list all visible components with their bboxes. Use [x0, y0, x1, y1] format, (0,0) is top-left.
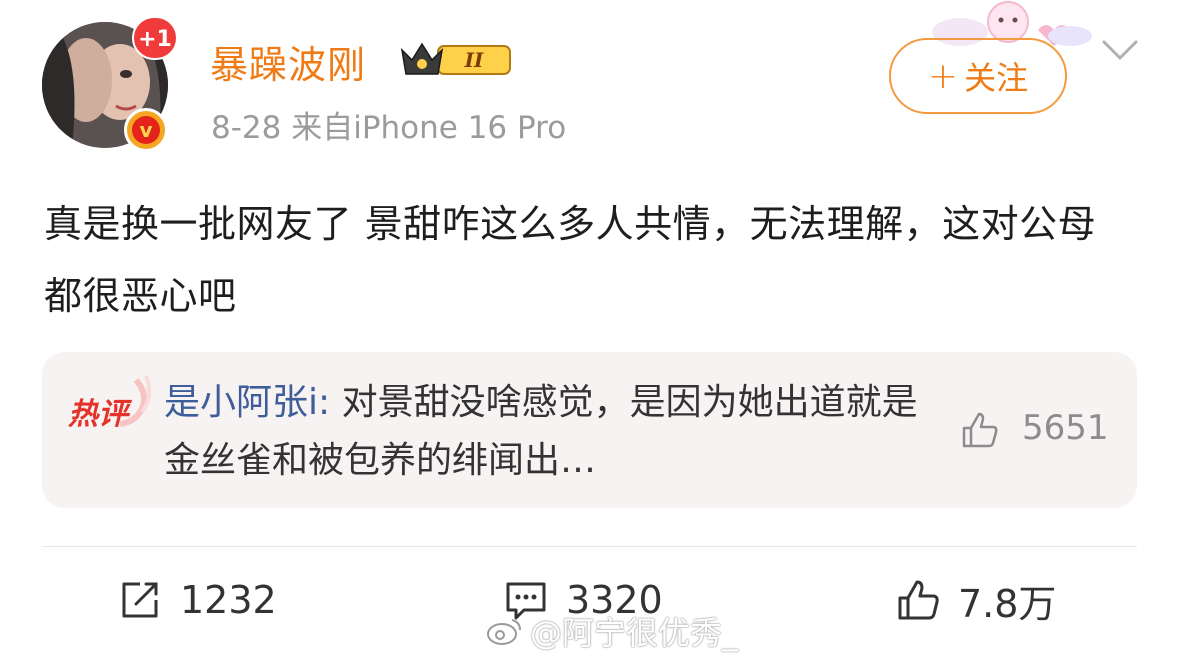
- plus-icon: +: [927, 55, 959, 97]
- chevron-down-icon[interactable]: [1100, 38, 1140, 64]
- username[interactable]: 暴躁波刚: [210, 34, 366, 89]
- watermark: @阿宁很优秀_: [486, 608, 738, 654]
- repost-count: 1232: [180, 578, 277, 622]
- hot-comment-tag-text: 热评: [67, 397, 133, 432]
- hot-comment-like-count: 5651: [1022, 408, 1109, 448]
- verified-icon: v: [132, 116, 160, 144]
- post-meta: 8-28 来自iPhone 16 Pro: [211, 110, 567, 146]
- follow-label: 关注: [964, 59, 1029, 97]
- repost-button[interactable]: 1232: [118, 572, 277, 628]
- level-badge-text: II: [464, 48, 484, 72]
- notification-badge: +1: [132, 16, 178, 60]
- hot-comment-tag: 热评: [67, 375, 152, 432]
- follow-button[interactable]: + 关注: [889, 38, 1067, 114]
- hot-comment-text: 是小阿张i: 对景甜没啥感觉，是因为她出道就是金丝雀和被包养的绯闻出…: [164, 374, 924, 490]
- crown-level-badge: II: [400, 42, 511, 75]
- divider: [42, 546, 1137, 547]
- verified-badge: v: [124, 108, 168, 152]
- like-button[interactable]: 7.8万: [896, 572, 1056, 628]
- repost-icon: [122, 582, 158, 618]
- weibo-logo-icon: [487, 619, 521, 645]
- post-text: 真是换一批网友了 景甜咋这么多人共情，无法理解，这对公母都很恶心吧: [44, 202, 1097, 318]
- hot-comment-author[interactable]: 是小阿张i:: [164, 382, 330, 423]
- like-count: 7.8万: [958, 581, 1057, 626]
- watermark-text: @阿宁很优秀_: [530, 614, 739, 652]
- hot-comment-box[interactable]: 热评 是小阿张i: 对景甜没啥感觉，是因为她出道就是金丝雀和被包养的绯闻出… 5…: [42, 352, 1137, 508]
- thumbs-up-icon[interactable]: [960, 410, 1000, 450]
- like-icon: [898, 580, 939, 620]
